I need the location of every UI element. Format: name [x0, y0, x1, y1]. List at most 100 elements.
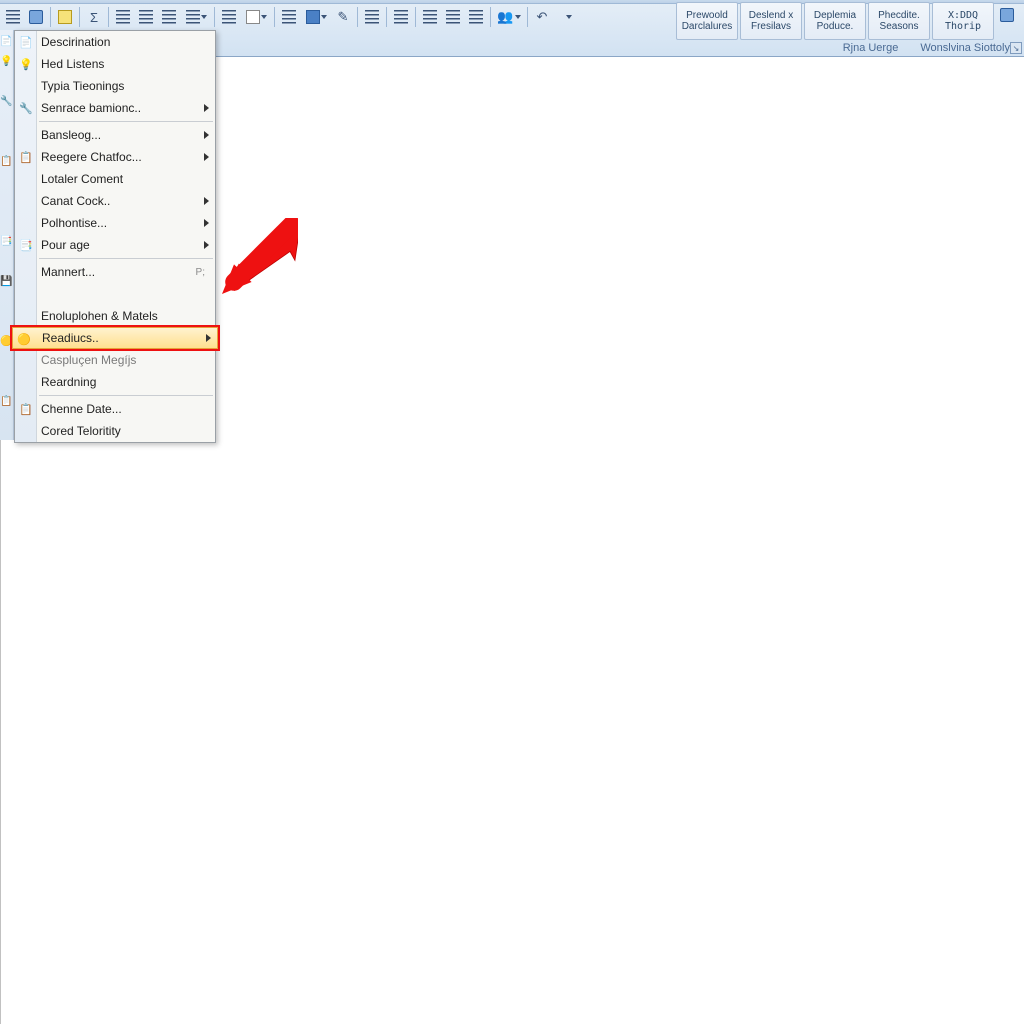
separator — [214, 7, 215, 27]
menu-item-label: Reardning — [41, 375, 96, 389]
people-dd-icon[interactable]: 👥 — [494, 6, 524, 28]
separator — [490, 7, 491, 27]
menu-item-icon: 💡 — [18, 56, 34, 72]
ribbon-group-sublabel: Seasons — [880, 21, 919, 32]
ribbon-group-label: Deslend x — [749, 10, 793, 21]
strip-bulb-icon[interactable]: 💡 — [1, 54, 13, 68]
menu-item[interactable]: Polhontise... — [15, 212, 215, 234]
menu-separator — [39, 258, 213, 259]
menu-item[interactable]: Reardning — [15, 371, 215, 393]
strip-clip-icon[interactable]: 📋 — [1, 154, 13, 168]
menu-item[interactable]: Cored Teloritity — [15, 420, 215, 442]
strip-blank-icon — [1, 354, 13, 368]
menu-item[interactable]: 📑 Pour age — [15, 234, 215, 256]
menu-item[interactable]: 📋 Chenne Date... — [15, 398, 215, 420]
ribbon-extra-icon[interactable] — [996, 4, 1018, 26]
strip-clip2-icon[interactable]: 📋 — [1, 394, 13, 408]
menu-item[interactable]: 🔧Senrace bamionc.. — [15, 97, 215, 119]
strip-blank-icon — [1, 74, 13, 88]
submenu-arrow-icon — [206, 334, 211, 342]
menu-item-icon: 📋 — [18, 401, 34, 417]
menu-item-label: Reegere Chatfoc... — [41, 150, 142, 164]
menu-item-label: Typia Tieonings — [41, 79, 124, 93]
ribbon-group-sublabel: Poduce. — [817, 21, 854, 32]
paste-icon[interactable] — [54, 6, 76, 28]
menu-item[interactable]: Lotaler Coment — [15, 168, 215, 190]
separator — [527, 7, 528, 27]
sigma-icon[interactable]: Σ — [83, 6, 105, 28]
indent-left-icon[interactable] — [361, 6, 383, 28]
menu-item[interactable]: 📄Descirination — [15, 31, 215, 53]
submenu-arrow-icon — [204, 153, 209, 161]
dialog-launcher-icon[interactable]: ↘ — [1010, 42, 1022, 54]
strip-wrench-icon[interactable]: 🔧 — [1, 94, 13, 108]
align-right-icon[interactable] — [158, 6, 180, 28]
menu-item[interactable]: Canat Cock.. — [15, 190, 215, 212]
menu-item-label: Mannert... — [41, 265, 95, 279]
submenu-arrow-icon — [204, 197, 209, 205]
paragraph-dd-icon[interactable] — [181, 6, 211, 28]
ribbon-group-label: Phecdite. — [878, 10, 920, 21]
menu-item-label: Senrace bamionc.. — [41, 101, 141, 115]
menu-item[interactable]: Enoluplohen & Matels — [15, 305, 215, 327]
indent-right-icon[interactable] — [419, 6, 441, 28]
redo-dd-icon[interactable] — [554, 6, 584, 28]
fill-dd-icon[interactable] — [301, 6, 331, 28]
pen-icon[interactable]: ✎ — [332, 6, 354, 28]
menu-item[interactable]: Caspluçen Megíjs — [15, 349, 215, 371]
menu-item[interactable]: 💡 Hed Listens — [15, 53, 215, 75]
menu-item-label: Pour age — [41, 238, 90, 252]
table-icon[interactable] — [25, 6, 47, 28]
submenu-arrow-icon — [204, 241, 209, 249]
menu-item[interactable] — [15, 283, 215, 305]
ribbon-group-4[interactable]: X:DDQ Thorip — [932, 2, 994, 40]
rows-icon[interactable] — [465, 6, 487, 28]
justify-icon[interactable] — [278, 6, 300, 28]
menu-item-label: Descirination — [41, 35, 110, 49]
separator — [274, 7, 275, 27]
ribbon-groups: Prewoold Darclalures Deslend x Fresilavs… — [676, 2, 1018, 40]
align-center-icon[interactable] — [135, 6, 157, 28]
ribbon-group-1[interactable]: Deslend x Fresilavs — [740, 2, 802, 40]
menu-item-label: Hed Listens — [41, 57, 104, 71]
menu-item[interactable]: 📋 Reegere Chatfoc... — [15, 146, 215, 168]
submenu-arrow-icon — [204, 104, 209, 112]
strip-doc-icon[interactable]: 📄 — [1, 34, 13, 48]
ribbon-group-label: Prewoold — [686, 10, 728, 21]
ribbon-sublabel-left[interactable]: Rjna Uerge — [843, 42, 899, 54]
strip-page-icon[interactable]: 📑 — [1, 234, 13, 248]
columns-icon[interactable] — [442, 6, 464, 28]
menu-item-label: Polhontise... — [41, 216, 107, 230]
strip-disk-icon[interactable]: 💾 — [1, 274, 13, 288]
menu-item[interactable]: Bansleog... — [15, 124, 215, 146]
ribbon-group-sublabel: Fresilavs — [751, 21, 791, 32]
ribbon-group-0[interactable]: Prewoold Darclalures — [676, 2, 738, 40]
page-dd-icon[interactable] — [241, 6, 271, 28]
align-left-icon[interactable] — [112, 6, 134, 28]
menu-icon[interactable] — [2, 6, 24, 28]
menu-item[interactable]: Typia Tieonings — [15, 75, 215, 97]
undo-icon[interactable]: ↶ — [531, 6, 553, 28]
menu-item-icon: 📋 — [18, 149, 34, 165]
menu-separator — [39, 395, 213, 396]
menu-item-label: Canat Cock.. — [41, 194, 110, 208]
strip-dot-icon[interactable]: 🟡 — [1, 334, 13, 348]
submenu-arrow-icon — [204, 219, 209, 227]
ribbon-group-2[interactable]: Deplemia Poduce. — [804, 2, 866, 40]
menu-item-label: Chenne Date... — [41, 402, 122, 416]
strip-blank-icon — [1, 374, 13, 388]
menu-item-label: Bansleog... — [41, 128, 101, 142]
menu-item-label: Readiucs.. — [42, 331, 99, 345]
list-icon[interactable] — [218, 6, 240, 28]
text-align-icon[interactable] — [390, 6, 412, 28]
left-icon-strip: 📄 💡 🔧 📋 📑 💾 🟡 📋 — [0, 30, 14, 440]
menu-item[interactable]: Mannert...P; — [15, 261, 215, 283]
ribbon-group-sublabel: Darclalures — [682, 21, 733, 32]
ribbon-group-3[interactable]: Phecdite. Seasons — [868, 2, 930, 40]
ribbon-sublabel-right[interactable]: Wonslvina Siottoly — [920, 42, 1010, 54]
context-dropdown-menu: 📄Descirination 💡 Hed Listens Typia Tieoning… — [14, 30, 216, 443]
menu-item-icon: 📑 — [18, 237, 34, 253]
separator — [415, 7, 416, 27]
ribbon-group-sublabel: Thorip — [945, 21, 981, 32]
menu-item-readiucs[interactable]: 🟡Readiucs.. — [12, 327, 218, 349]
